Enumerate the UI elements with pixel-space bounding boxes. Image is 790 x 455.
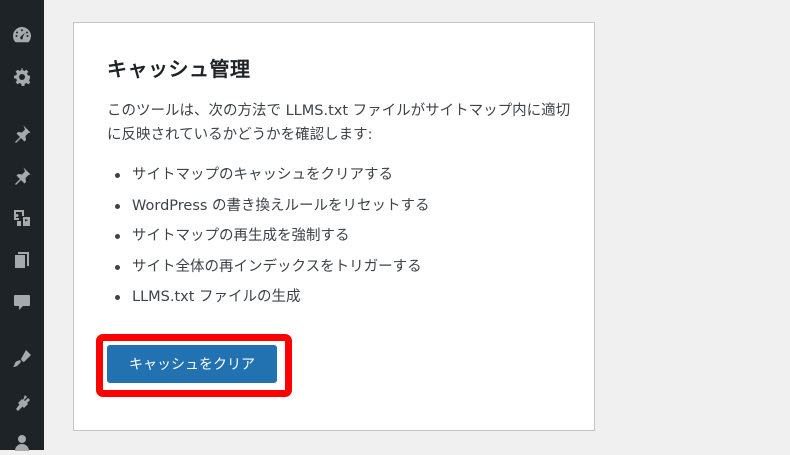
appearance-icon[interactable] <box>10 347 34 371</box>
list-item: サイト全体の再インデックスをトリガーする <box>115 252 430 283</box>
card-title: キャッシュ管理 <box>107 57 251 81</box>
media-icon[interactable] <box>10 206 34 230</box>
list-item: サイトマップのキャッシュをクリアする <box>115 160 430 191</box>
cache-management-card: キャッシュ管理 このツールは、次の方法で LLMS.txt ファイルがサイトマッ… <box>73 22 595 431</box>
dashboard-icon[interactable] <box>10 23 34 47</box>
list-item: WordPress の書き換えルールをリセットする <box>115 191 430 222</box>
list-item: サイトマップの再生成を強制する <box>115 221 430 252</box>
clear-cache-button[interactable]: キャッシュをクリア <box>107 345 277 383</box>
admin-sidebar <box>0 0 44 451</box>
list-item: LLMS.txt ファイルの生成 <box>115 282 430 313</box>
gear-icon[interactable] <box>10 65 34 89</box>
feature-list: サイトマップのキャッシュをクリアする WordPress の書き換えルールをリセ… <box>115 160 430 313</box>
pin-icon[interactable] <box>10 122 34 146</box>
comments-icon[interactable] <box>10 290 34 314</box>
card-description: このツールは、次の方法で LLMS.txt ファイルがサイトマップ内に適切に反映… <box>107 103 571 143</box>
pin-icon[interactable] <box>10 164 34 188</box>
pages-icon[interactable] <box>10 248 34 272</box>
users-icon[interactable] <box>10 431 34 455</box>
plugins-icon[interactable] <box>10 391 34 415</box>
